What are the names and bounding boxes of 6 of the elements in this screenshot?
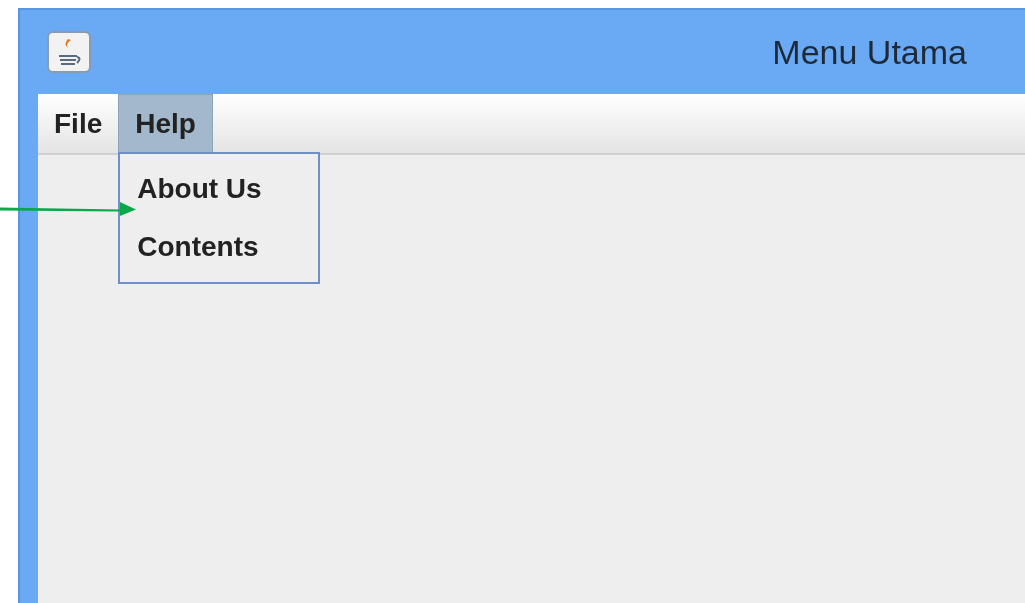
menu-item[interactable]: Help (118, 94, 213, 153)
coffee-cup-icon (47, 31, 91, 73)
menu-option[interactable]: About Us (120, 160, 319, 218)
menu-item[interactable]: File (38, 94, 119, 153)
window-title: Menu Utama (772, 31, 967, 73)
menu-option[interactable]: Contents (120, 218, 319, 276)
